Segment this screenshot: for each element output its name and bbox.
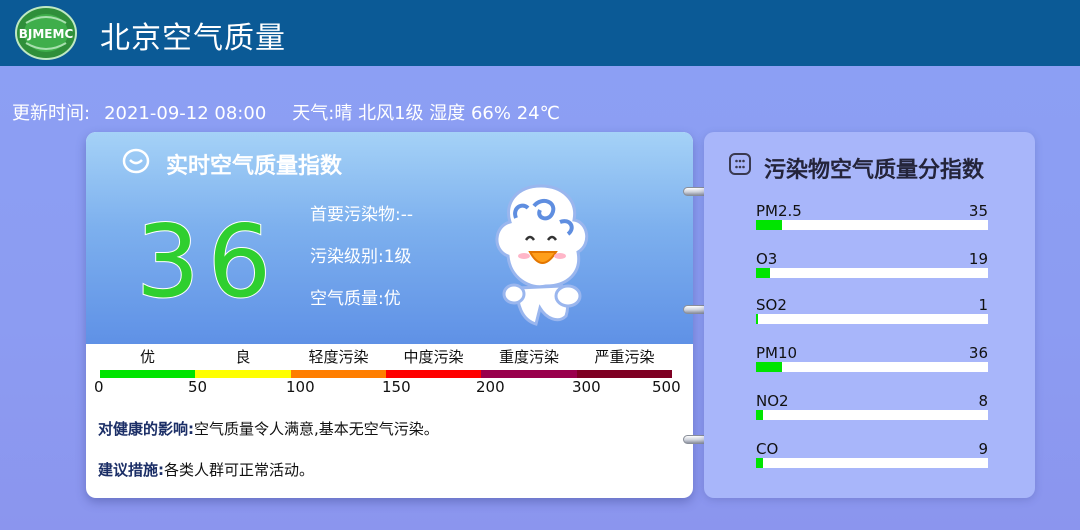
pollutant-name: PM2.5 [756,202,802,220]
pollutant-track [756,220,988,230]
pollutant-track [756,268,988,278]
scale-tick: 50 [188,378,208,396]
pollutant-name: O3 [756,250,778,268]
update-label: 更新时间: [12,103,91,124]
scale-segment [291,370,386,378]
pollutant-card: 污染物空气质量分指数 PM2.5 35 O3 19 SO2 1 PM10 36 … [704,132,1035,498]
scale-segment [100,370,195,378]
pollutant-fill [756,220,782,230]
header-bar: BJMEMC 北京空气质量 [0,0,1080,66]
pollutant-track [756,458,988,468]
pollutant-name: CO [756,440,779,458]
pollutant-track [756,410,988,420]
pollutant-name: NO2 [756,392,789,410]
aqi-scale-labels: 优 良 轻度污染 中度污染 重度污染 严重污染 [100,346,672,368]
health-impact: 对健康的影响:空气质量令人满意,基本无空气污染。 [98,418,439,439]
aqi-value: 36 [135,202,280,321]
scale-tick: 0 [94,378,104,396]
pollutant-row: PM2.5 35 [756,202,988,242]
scale-label: 中度污染 [403,348,464,366]
weather-value: 晴 北风1级 湿度 66% 24℃ [334,103,560,124]
pollutant-value: 9 [978,440,988,458]
weather-label: 天气: [292,103,335,124]
cloud-mascot-icon [495,184,589,326]
advice: 建议措施:各类人群可正常活动。 [98,459,314,480]
pollutant-value: 1 [978,296,988,314]
scale-segment [481,370,577,378]
scale-tick: 100 [286,378,315,396]
scale-label: 严重污染 [594,348,655,366]
primary-pollutant: 首要污染物:-- [310,205,413,225]
scale-tick: 150 [382,378,411,396]
aqi-card-header: 实时空气质量指数 36 首要污染物:-- 污染级别:1级 空气质量:优 [86,132,693,344]
scale-label: 良 [235,348,251,366]
pollutant-value: 35 [968,202,988,220]
pollutant-row: O3 19 [756,250,988,290]
advice-text: 各类人群可正常活动。 [164,461,315,479]
pollutant-row: PM10 36 [756,344,988,384]
scale-label: 优 [139,348,155,366]
scale-tick: 500 [652,378,681,396]
grid-icon [729,153,751,175]
pollutant-value: 36 [968,344,988,362]
pollutant-fill [756,410,763,420]
smile-face-icon [122,148,150,174]
pollutant-fill [756,458,763,468]
pollutant-name: PM10 [756,344,798,362]
pollutant-value: 19 [968,250,988,268]
scale-label: 轻度污染 [308,348,369,366]
pollutant-card-title: 污染物空气质量分指数 [764,158,985,183]
scale-segment [386,370,481,378]
scale-tick: 300 [572,378,601,396]
logo-text: BJMEMC [19,27,74,41]
info-line: 更新时间: 2021-09-12 08:00 天气:晴 北风1级 湿度 66% 24… [12,99,560,125]
pollutant-name: SO2 [756,296,787,314]
scale-segment [195,370,291,378]
air-quality-text: 空气质量:优 [310,289,401,309]
bjmemc-logo-icon: BJMEMC [15,6,77,60]
aqi-scale-bar [100,370,672,378]
aqi-card-title: 实时空气质量指数 [166,154,343,179]
app-title: 北京空气质量 [100,21,286,56]
pollutant-track [756,314,988,324]
scale-tick: 200 [476,378,505,396]
pollutant-fill [756,362,782,372]
aqi-scale-ticks: 0 50 100 150 200 300 500 [86,378,693,400]
pollutant-row: CO 9 [756,440,988,480]
pollutant-row: NO2 8 [756,392,988,432]
pollutant-fill [756,314,758,324]
pollution-level: 污染级别:1级 [310,247,412,267]
pollutant-track [756,362,988,372]
aqi-card: 实时空气质量指数 36 首要污染物:-- 污染级别:1级 空气质量:优 优 良 … [86,132,693,498]
pollutant-fill [756,268,770,278]
pollutant-value: 8 [978,392,988,410]
advice-label: 建议措施: [98,461,164,479]
update-time: 2021-09-12 08:00 [104,103,267,124]
pollutant-row: SO2 1 [756,296,988,336]
scale-segment [577,370,672,378]
health-text: 空气质量令人满意,基本无空气污染。 [194,420,439,438]
health-label: 对健康的影响: [98,420,194,438]
scale-label: 重度污染 [498,348,559,366]
